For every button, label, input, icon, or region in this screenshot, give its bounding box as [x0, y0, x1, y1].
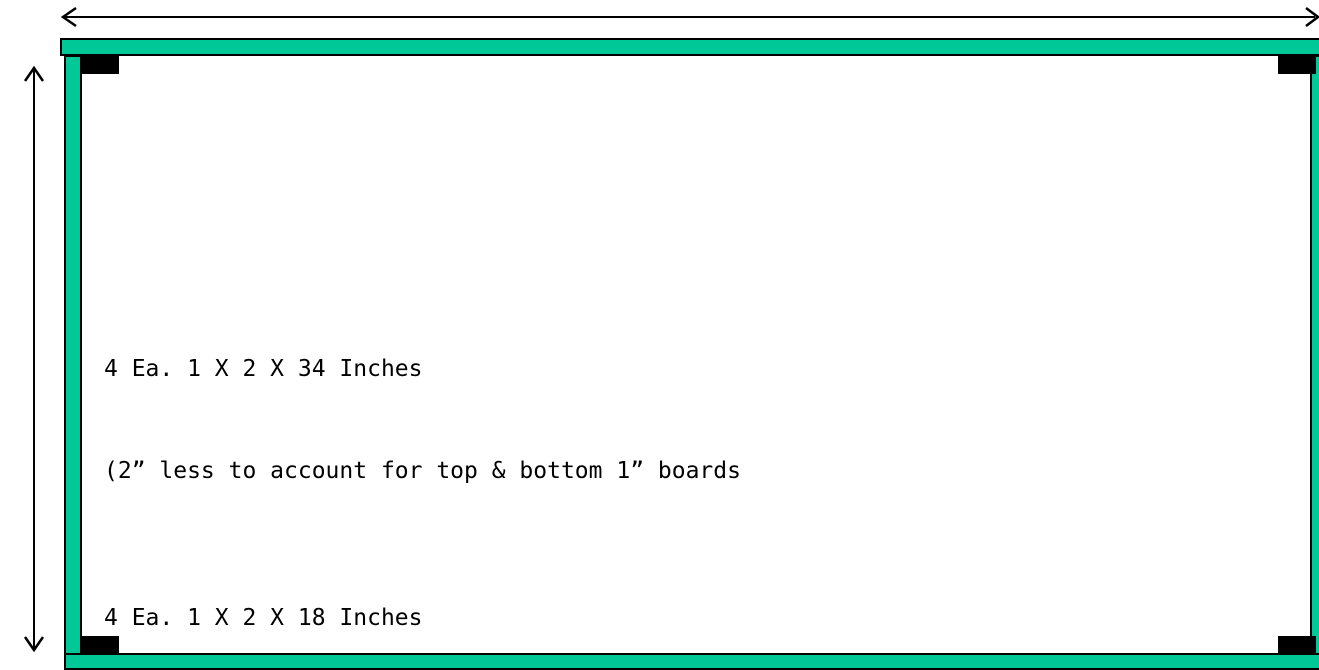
bottom-board [64, 653, 1319, 670]
vertical-boards-label: 4 Ea. 1 X 2 X 34 Inches (2” less to acco… [104, 284, 741, 556]
corner-block-top-right [1278, 56, 1316, 74]
top-board [60, 38, 1319, 56]
right-board [1310, 55, 1319, 655]
corner-block-bottom-right [1278, 636, 1316, 654]
frame-diagram: 4 Ea. 1 X 2 X 34 Inches (2” less to acco… [0, 0, 1319, 670]
left-board [64, 55, 82, 655]
horizontal-boards-label: 4 Ea. 1 X 2 X 18 Inches [104, 605, 423, 631]
vertical-boards-label-line1: 4 Ea. 1 X 2 X 34 Inches [104, 356, 423, 382]
height-arrow-icon [23, 65, 45, 653]
vertical-boards-label-line2: (2” less to account for top & bottom 1” … [104, 458, 741, 484]
corner-block-top-left [81, 56, 119, 74]
corner-block-bottom-left [81, 636, 119, 654]
width-arrow-icon [60, 6, 1319, 28]
